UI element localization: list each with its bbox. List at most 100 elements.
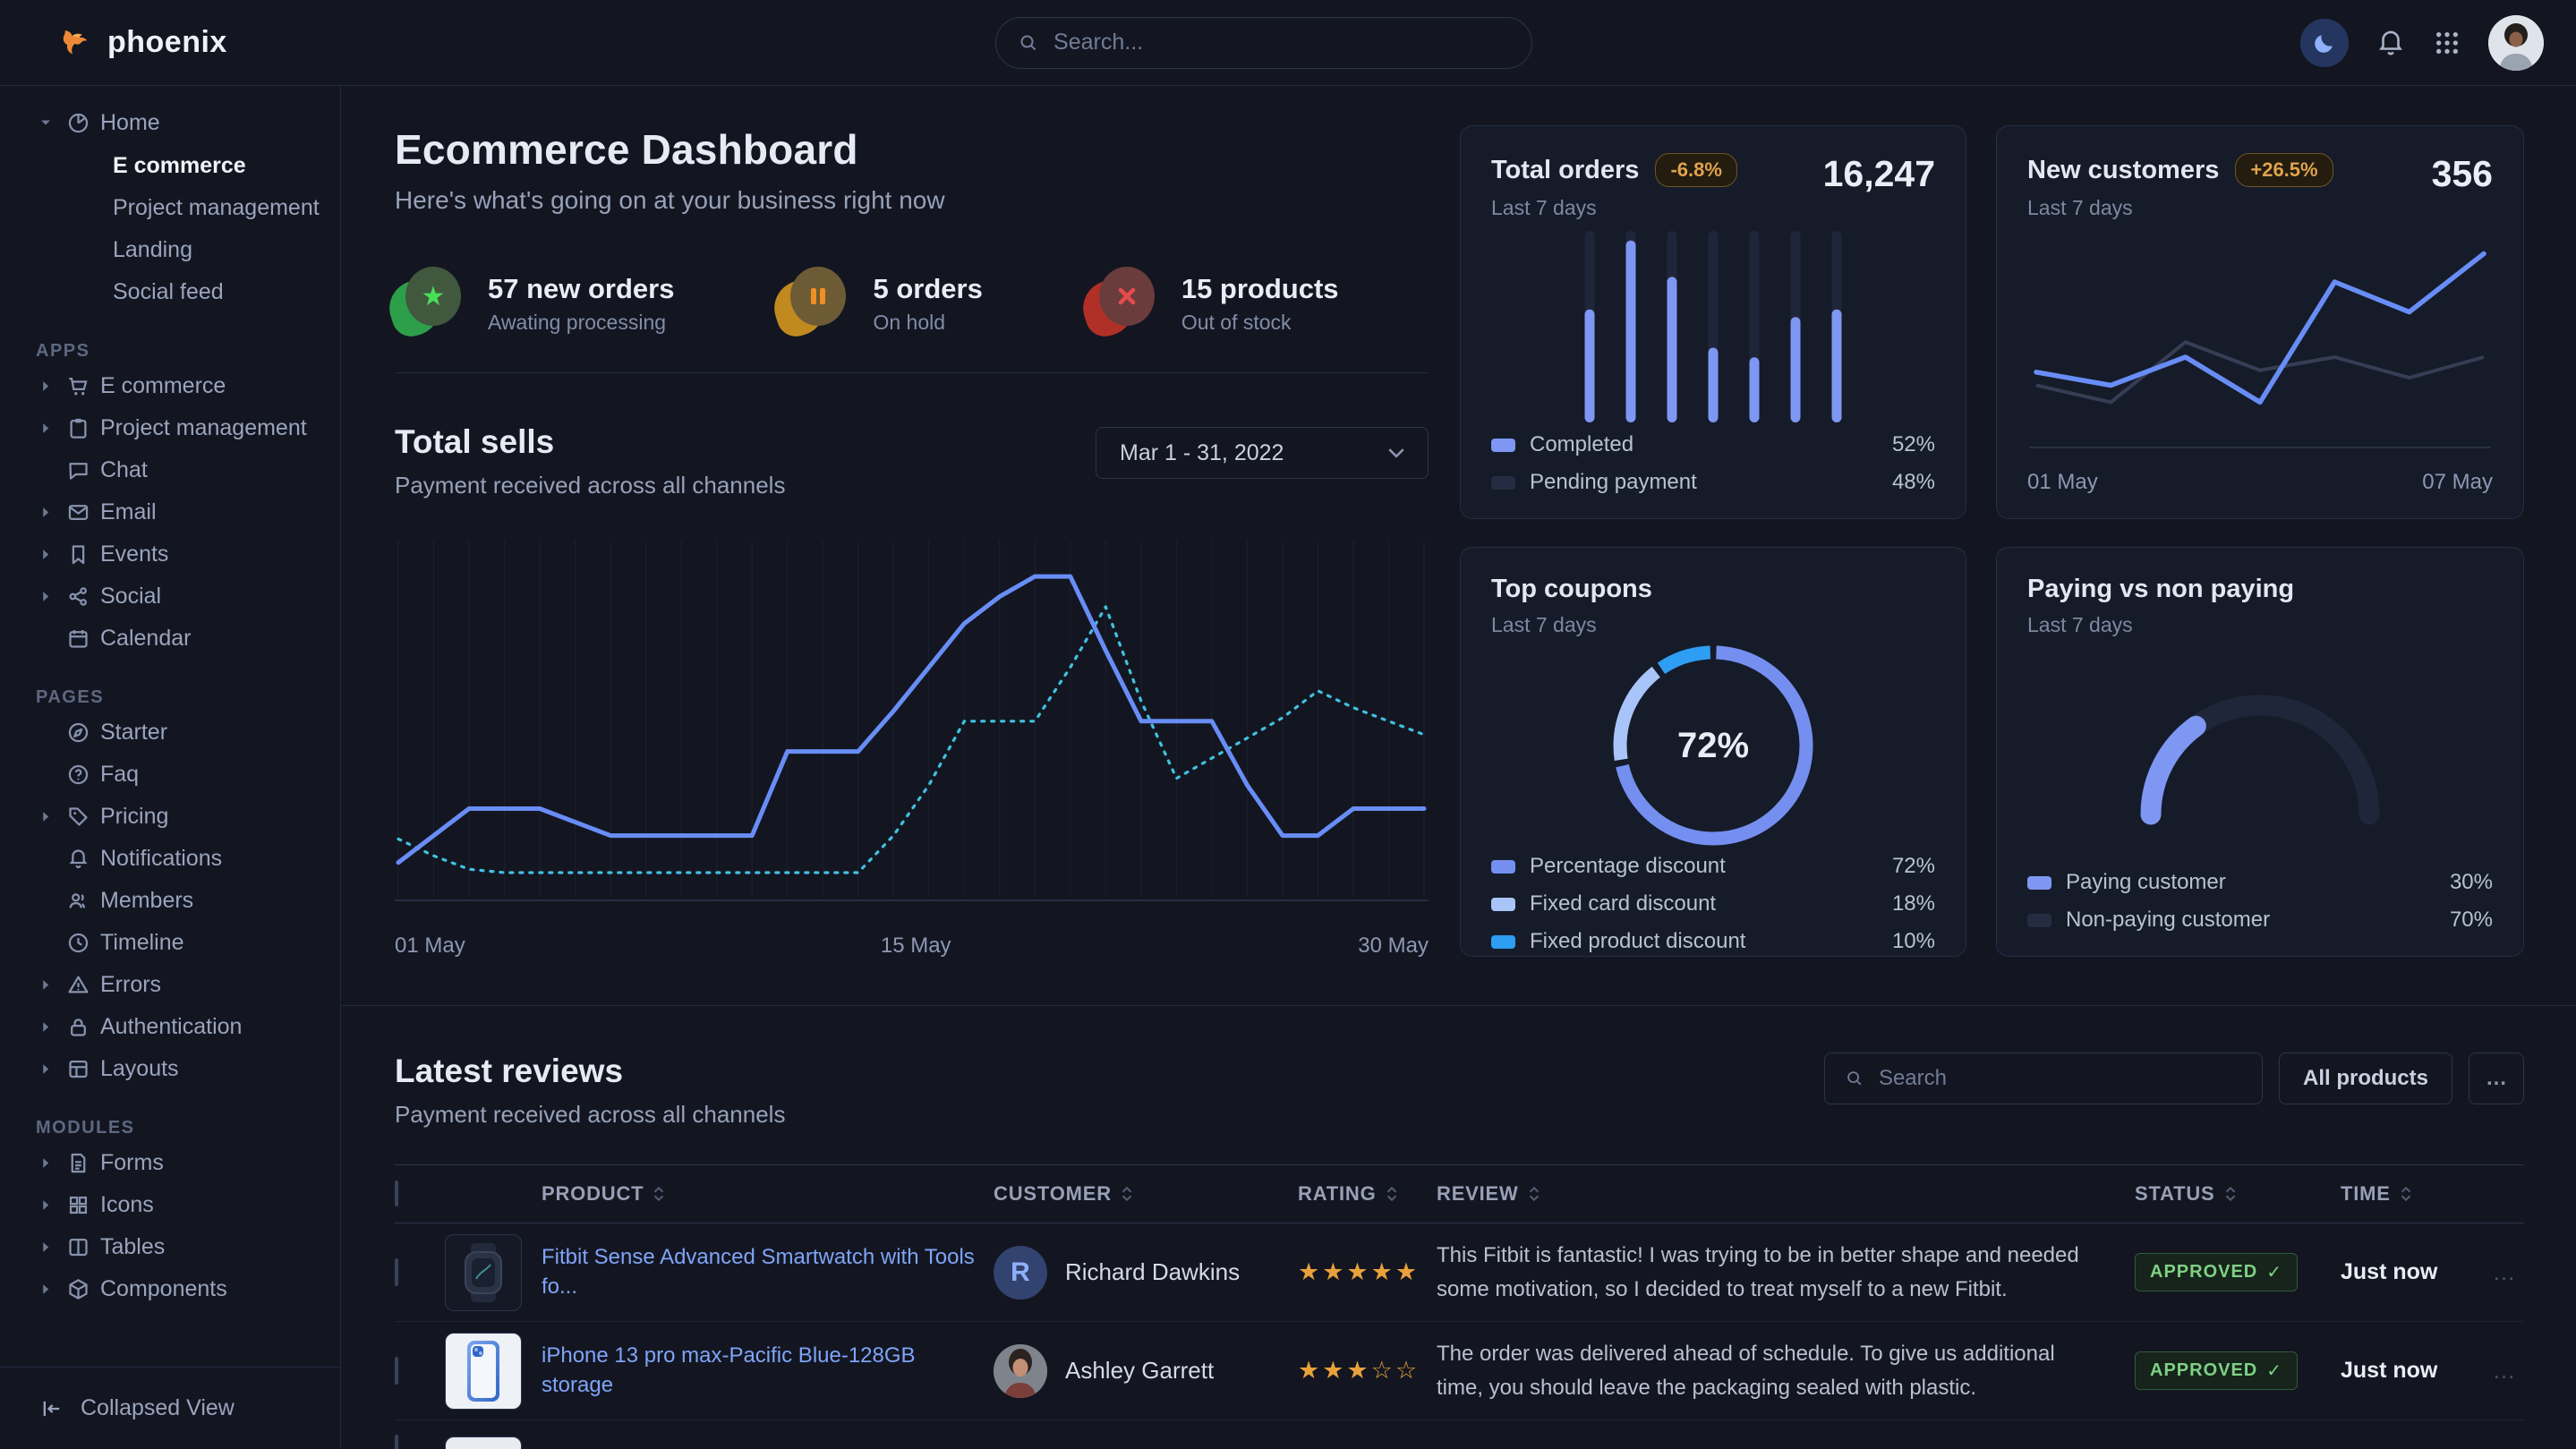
layout-icon xyxy=(63,1057,93,1081)
stats-row: ★ 57 new orders Awating processing xyxy=(395,267,1429,340)
select-all-checkbox[interactable] xyxy=(395,1181,398,1206)
legend-percentage-discount: Percentage discount 72% xyxy=(1491,854,1935,879)
x-axis-label-end: 07 May xyxy=(2422,470,2493,495)
sidebar-item-tables[interactable]: Tables xyxy=(36,1226,340,1268)
table-row-partial xyxy=(395,1420,2524,1449)
review-text: The order was delivered ahead of schedul… xyxy=(1437,1337,2135,1403)
paying-gauge-chart xyxy=(2027,637,2493,870)
compass-icon xyxy=(63,720,93,745)
sidebar-item-pricing[interactable]: Pricing xyxy=(36,796,340,838)
page-subtitle: Here's what's going on at your business … xyxy=(395,186,1429,215)
column-time[interactable]: TIME xyxy=(2341,1182,2484,1206)
review-text: This Fitbit is fantastic! I was trying t… xyxy=(1437,1239,2135,1305)
chat-bubble-icon xyxy=(63,458,93,482)
card-title: Paying vs non paying xyxy=(2027,575,2294,604)
clipboard-icon xyxy=(63,416,93,440)
search-icon xyxy=(1018,31,1039,55)
sidebar-item-icons[interactable]: Icons xyxy=(36,1184,340,1226)
sidebar-item-e-commerce-home[interactable]: E commerce xyxy=(36,145,340,187)
product-link[interactable]: iPhone 13 pro max-Pacific Blue-128GB sto… xyxy=(542,1343,916,1396)
reviews-subtitle: Payment received across all channels xyxy=(395,1101,785,1129)
check-icon: ✓ xyxy=(2266,1261,2282,1283)
sidebar-item-faq[interactable]: Faq xyxy=(36,754,340,796)
share-icon xyxy=(63,584,93,609)
global-search-input[interactable] xyxy=(1053,30,1510,55)
row-checkbox[interactable] xyxy=(395,1435,398,1449)
product-image[interactable] xyxy=(445,1436,522,1449)
bell-icon xyxy=(2376,28,2406,58)
app-window: phoenix xyxy=(0,0,2576,1449)
sidebar-item-social-feed[interactable]: Social feed xyxy=(36,271,340,313)
date-range-select[interactable]: Mar 1 - 31, 2022 xyxy=(1096,427,1429,479)
product-image[interactable] xyxy=(445,1333,522,1410)
grid-icon xyxy=(63,1193,93,1217)
customer-cell[interactable]: R Richard Dawkins xyxy=(994,1246,1298,1300)
clock-icon xyxy=(63,931,93,955)
chevron-down-icon xyxy=(1388,447,1404,458)
sidebar-item-events[interactable]: Events xyxy=(36,533,340,575)
customer-cell[interactable]: Ashley Garrett xyxy=(994,1344,1298,1398)
sidebar-item-project-management-apps[interactable]: Project management xyxy=(36,407,340,449)
column-status[interactable]: STATUS xyxy=(2135,1182,2341,1206)
row-checkbox[interactable] xyxy=(395,1258,398,1286)
page-title: Ecommerce Dashboard xyxy=(395,125,1429,174)
sidebar-item-home[interactable]: Home xyxy=(36,100,340,145)
row-menu-button[interactable]: … xyxy=(2484,1357,2524,1385)
chevron-right-icon xyxy=(36,422,55,434)
column-rating[interactable]: RATING xyxy=(1298,1182,1437,1206)
stat-new-orders: ★ 57 new orders Awating processing xyxy=(395,267,674,340)
all-products-button[interactable]: All products xyxy=(2279,1053,2452,1104)
product-link[interactable]: Fitbit Sense Advanced Smartwatch with To… xyxy=(542,1245,975,1298)
sidebar-item-project-management-home[interactable]: Project management xyxy=(36,187,340,229)
column-product[interactable]: PRODUCT xyxy=(542,1182,994,1206)
document-icon xyxy=(63,1151,93,1175)
nine-dots-grid-icon xyxy=(2433,29,2461,57)
more-options-button[interactable]: … xyxy=(2469,1053,2524,1104)
user-avatar[interactable] xyxy=(2488,15,2544,71)
sidebar-item-layouts[interactable]: Layouts xyxy=(36,1048,340,1090)
stat-out-of-stock: 15 products Out of stock xyxy=(1088,267,1339,340)
brand-logo[interactable]: phoenix xyxy=(57,24,227,62)
column-customer[interactable]: CUSTOMER xyxy=(994,1182,1298,1206)
theme-toggle-button[interactable] xyxy=(2300,19,2349,67)
question-circle-icon xyxy=(63,763,93,787)
sidebar-item-notifications[interactable]: Notifications xyxy=(36,838,340,880)
sidebar-item-email[interactable]: Email xyxy=(36,491,340,533)
check-icon: ✓ xyxy=(2266,1360,2282,1382)
rating-stars: ★★★☆☆ xyxy=(1298,1357,1437,1385)
apps-grid-button[interactable] xyxy=(2433,29,2461,57)
product-image[interactable] xyxy=(445,1234,522,1311)
row-checkbox[interactable] xyxy=(395,1357,398,1385)
total-sells-subtitle: Payment received across all channels xyxy=(395,472,785,499)
sidebar-item-members[interactable]: Members xyxy=(36,880,340,922)
sidebar-item-forms[interactable]: Forms xyxy=(36,1142,340,1184)
reviews-title: Latest reviews xyxy=(395,1053,785,1090)
sidebar-item-social[interactable]: Social xyxy=(36,575,340,618)
sidebar-item-authentication[interactable]: Authentication xyxy=(36,1006,340,1048)
reviews-search[interactable] xyxy=(1824,1053,2263,1104)
row-menu-button[interactable]: … xyxy=(2484,1258,2524,1286)
sidebar-item-landing[interactable]: Landing xyxy=(36,229,340,271)
collapse-sidebar-button[interactable]: Collapsed View xyxy=(0,1367,340,1449)
sidebar-item-e-commerce-apps[interactable]: E commerce xyxy=(36,365,340,407)
star-icon: ★ xyxy=(422,281,446,312)
envelope-icon xyxy=(63,500,93,524)
column-review[interactable]: REVIEW xyxy=(1437,1182,2135,1206)
status-badge: APPROVED✓ xyxy=(2135,1351,2298,1390)
global-search[interactable] xyxy=(995,17,1532,69)
chevron-right-icon xyxy=(36,979,55,991)
sort-icon xyxy=(1528,1186,1540,1202)
sidebar-item-calendar[interactable]: Calendar xyxy=(36,618,340,660)
sort-icon xyxy=(2400,1186,2412,1202)
sidebar-item-components[interactable]: Components xyxy=(36,1268,340,1310)
sidebar-item-errors[interactable]: Errors xyxy=(36,964,340,1006)
sidebar-item-chat[interactable]: Chat xyxy=(36,449,340,491)
bell-icon xyxy=(63,847,93,871)
chevron-right-icon xyxy=(36,591,55,602)
cart-icon xyxy=(63,374,93,398)
sidebar-item-timeline[interactable]: Timeline xyxy=(36,922,340,964)
notifications-button[interactable] xyxy=(2376,28,2406,58)
reviews-search-input[interactable] xyxy=(1879,1066,2242,1091)
sidebar-section-modules: MODULES xyxy=(36,1113,340,1142)
sidebar-item-starter[interactable]: Starter xyxy=(36,712,340,754)
